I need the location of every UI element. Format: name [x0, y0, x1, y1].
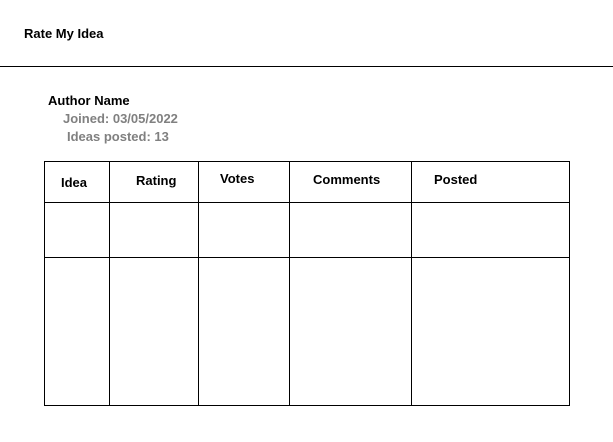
column-header-votes[interactable]: Votes: [220, 171, 254, 186]
column-header-posted[interactable]: Posted: [434, 172, 477, 187]
header-divider: [0, 66, 613, 67]
ideas-table: Idea Rating Votes Comments Posted: [44, 161, 570, 406]
column-header-comments[interactable]: Comments: [313, 172, 380, 187]
author-joined-date: Joined: 03/05/2022: [63, 111, 178, 126]
table-row[interactable]: [45, 258, 569, 405]
column-header-rating[interactable]: Rating: [136, 173, 176, 188]
table-row[interactable]: [45, 203, 569, 257]
author-name: Author Name: [48, 93, 130, 108]
author-ideas-posted: Ideas posted: 13: [67, 129, 169, 144]
column-header-idea[interactable]: Idea: [61, 175, 87, 190]
app-title: Rate My Idea: [24, 26, 104, 41]
